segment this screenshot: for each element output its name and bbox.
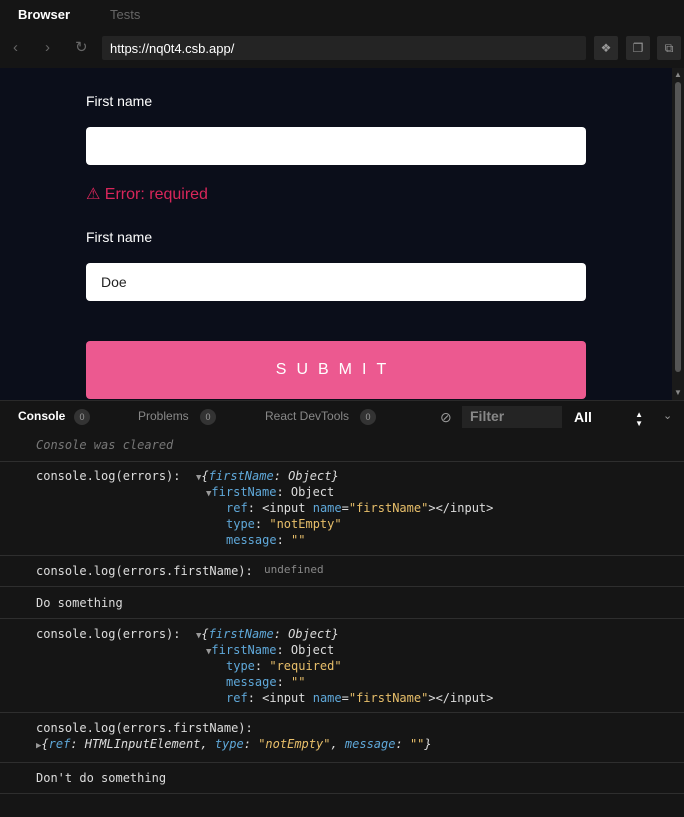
preview-scrollbar[interactable]: ▲ ▼ (672, 68, 684, 400)
refresh-icon[interactable]: ↻ (75, 40, 88, 56)
submit-button[interactable]: SUBMIT (86, 341, 586, 399)
log-prop-type: type: "required" (226, 659, 342, 673)
first-name-input[interactable] (86, 127, 586, 165)
codesandbox-icon[interactable]: ❖ (594, 36, 618, 60)
app-window: Browser Tests ‹ › ↻ https://nq0t4.csb.ap… (0, 0, 684, 817)
back-icon[interactable]: ‹ (13, 40, 18, 56)
copy-icon[interactable]: ❐ (626, 36, 650, 60)
forward-icon[interactable]: › (45, 40, 50, 56)
error-message: ⚠ Error: required (86, 184, 208, 204)
divider (0, 762, 684, 763)
collapse-console-icon[interactable]: ⌄ (663, 409, 672, 422)
console-header: Console 0 Problems 0 React DevTools 0 ⊘ … (0, 400, 684, 432)
divider (0, 461, 684, 462)
log-call: console.log(errors.firstName): (36, 564, 253, 578)
log-level-value: All (574, 409, 592, 425)
divider (0, 618, 684, 619)
scroll-up-icon[interactable]: ▲ (674, 70, 682, 79)
log-prop-ref: ref: <input name="firstName"></input> (226, 691, 494, 705)
problems-count-badge: 0 (200, 409, 216, 425)
log-text: Don't do something (36, 771, 167, 785)
last-name-input[interactable]: Doe (86, 263, 586, 301)
log-prop-ref: ref: <input name="firstName"></input> (226, 501, 494, 515)
log-call: console.log(errors): (36, 627, 181, 641)
log-text: Do something (36, 596, 123, 610)
log-call: console.log(errors.firstName): (36, 721, 253, 735)
top-tabs: Browser Tests (0, 0, 684, 28)
log-object[interactable]: ▼{firstName: Object} (196, 627, 339, 641)
tab-tests[interactable]: Tests (110, 7, 140, 22)
scroll-down-icon[interactable]: ▼ (674, 388, 682, 397)
console-output: Console was cleared console.log(errors):… (0, 432, 684, 817)
log-object-collapsed[interactable]: ▶{ref: HTMLInputElement, type: "notEmpty… (36, 737, 432, 751)
last-name-label: First name (86, 229, 153, 245)
divider (0, 793, 684, 794)
log-subobject[interactable]: ▼firstName: Object (206, 485, 334, 499)
log-level-select[interactable]: All ▲ ▼ (570, 406, 646, 428)
divider (0, 712, 684, 713)
error-text: Error: required (104, 186, 208, 203)
log-value: undefined (264, 563, 324, 576)
scroll-thumb[interactable] (675, 82, 681, 372)
app-preview: First name ⚠ Error: required First name … (0, 68, 672, 400)
divider (0, 586, 684, 587)
log-call: console.log(errors): (36, 469, 181, 483)
warning-icon: ⚠ (86, 186, 101, 203)
console-filter-input[interactable]: Filter (462, 406, 562, 428)
log-subobject[interactable]: ▼firstName: Object (206, 643, 334, 657)
divider (0, 555, 684, 556)
log-prop-message: message: "" (226, 533, 306, 547)
url-input[interactable]: https://nq0t4.csb.app/ (102, 36, 586, 60)
tab-console[interactable]: Console (18, 409, 65, 423)
browser-navbar: ‹ › ↻ https://nq0t4.csb.app/ ❖ ❐ ⧉ (0, 28, 684, 68)
first-name-label: First name (86, 93, 153, 109)
log-prop-message: message: "" (226, 675, 306, 689)
log-prop-type: type: "notEmpty" (226, 517, 342, 531)
clear-console-icon[interactable]: ⊘ (440, 409, 452, 426)
log-object[interactable]: ▼{firstName: Object} (196, 469, 339, 483)
tab-react-devtools[interactable]: React DevTools (265, 409, 349, 423)
tab-browser[interactable]: Browser (18, 7, 70, 22)
select-caret-icon: ▲ ▼ (635, 410, 643, 428)
devtools-count-badge: 0 (360, 409, 376, 425)
tab-problems[interactable]: Problems (138, 409, 189, 423)
console-count-badge: 0 (74, 409, 90, 425)
window-icon[interactable]: ⧉ (657, 36, 681, 60)
console-cleared-message: Console was cleared (36, 438, 174, 452)
